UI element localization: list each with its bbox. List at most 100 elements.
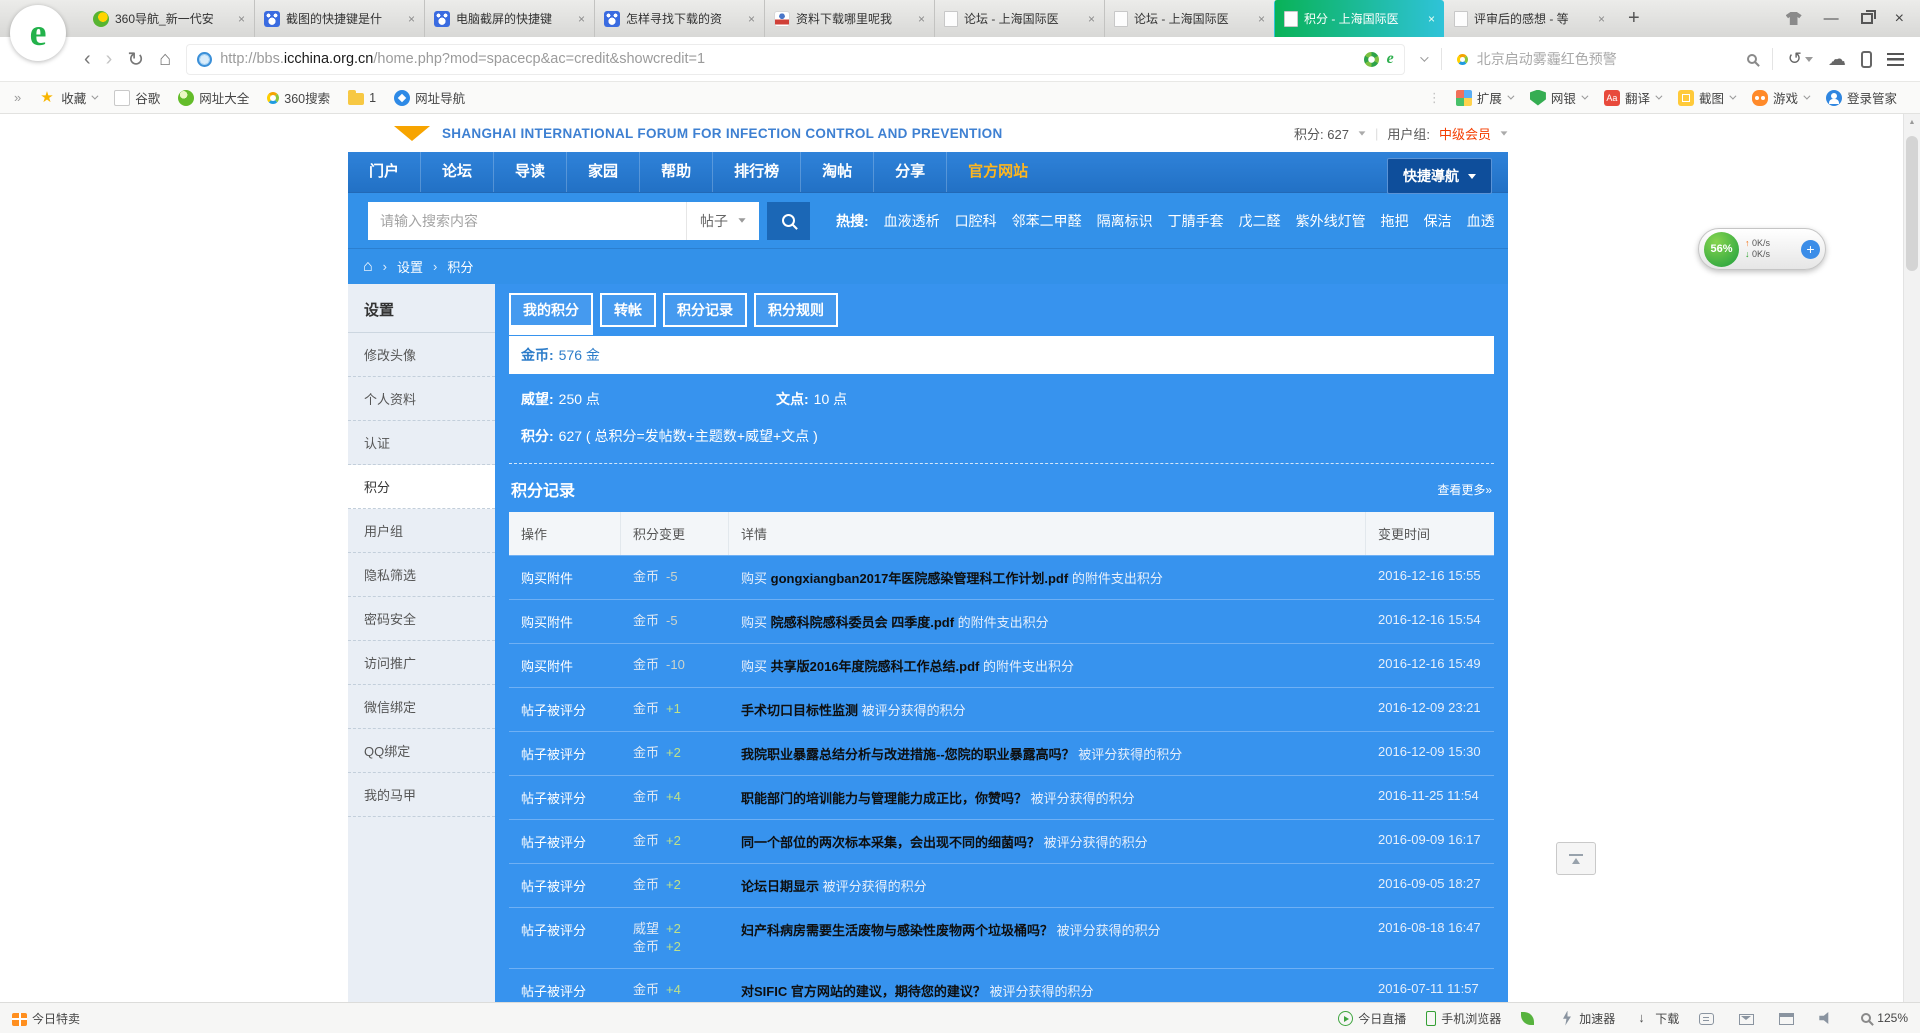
toolbar-tool[interactable]: 翻译 [1595, 88, 1669, 107]
user-group-value[interactable]: 中级会员 [1439, 124, 1491, 143]
status-item[interactable]: 加速器 [1559, 1010, 1615, 1027]
hot-search-link[interactable]: 血透 [1467, 211, 1495, 231]
browser-logo-icon[interactable]: e [10, 5, 66, 61]
nav-item[interactable]: 官方网站 [946, 152, 1049, 192]
quick-nav-button[interactable]: 快捷導航 [1387, 158, 1492, 194]
scroll-up-icon[interactable]: ▲ [1904, 114, 1920, 126]
tab-close-icon[interactable]: × [1598, 12, 1605, 26]
screenshot-aperture-icon[interactable] [1364, 52, 1379, 67]
close-window-button[interactable]: × [1895, 10, 1904, 28]
hot-search-link[interactable]: 隔离标识 [1097, 211, 1153, 231]
tab-close-icon[interactable]: × [408, 12, 415, 26]
bookmark-item[interactable]: 收藏 [31, 88, 105, 107]
view-more-link[interactable]: 查看更多» [1437, 481, 1492, 498]
status-item[interactable] [1699, 1010, 1719, 1027]
page-scrollbar[interactable]: ▲ [1903, 114, 1920, 1002]
cloud-sync-icon[interactable]: ☁ [1828, 49, 1846, 70]
tab-close-icon[interactable]: × [578, 12, 585, 26]
minimize-button[interactable]: — [1824, 14, 1839, 24]
nav-item[interactable]: 门户 [348, 152, 420, 192]
hot-search-link[interactable]: 口腔科 [955, 211, 997, 231]
sidebar-item[interactable]: 认证 [348, 421, 495, 465]
url-dropdown-icon[interactable] [1420, 53, 1428, 61]
scroll-to-top-button[interactable] [1556, 842, 1596, 875]
hot-search-link[interactable]: 邻苯二甲醛 [1012, 211, 1082, 231]
breadcrumb-item[interactable]: 积分 [447, 257, 473, 276]
bookmark-item[interactable]: 1 [339, 88, 385, 107]
bookmark-item[interactable]: 360搜索 [258, 88, 339, 107]
tab-close-icon[interactable]: × [1258, 12, 1265, 26]
browser-tab[interactable]: 资料下载哪里呢我 × [764, 0, 934, 37]
breadcrumb-item[interactable]: 设置 [397, 257, 423, 276]
hot-search-link[interactable]: 保洁 [1424, 211, 1452, 231]
chevron-down-icon[interactable] [1501, 131, 1508, 135]
bookmark-item[interactable]: 网址导航 [385, 88, 474, 107]
browser-tab[interactable]: 论坛 - 上海国际医 × [934, 0, 1104, 37]
toolbar-tool[interactable]: 扩展 [1447, 88, 1521, 107]
browser-tab[interactable]: 论坛 - 上海国际医 × [1104, 0, 1274, 37]
forum-search-input[interactable] [368, 202, 686, 240]
thread-link[interactable]: 妇产科病房需要生活废物与感染性废物两个垃圾桶吗？ [741, 923, 1053, 938]
tab-close-icon[interactable]: × [1428, 12, 1435, 26]
credit-tab[interactable]: 积分规则 [754, 293, 838, 327]
user-credit[interactable]: 积分: 627 [1294, 124, 1349, 143]
search-magnifier-icon[interactable] [1747, 54, 1757, 64]
nav-item[interactable]: 帮助 [639, 152, 712, 192]
history-icon[interactable]: ↺ [1788, 49, 1813, 69]
credit-tab[interactable]: 积分记录 [663, 293, 747, 327]
thread-link[interactable]: 论坛日期显示 [741, 879, 819, 894]
toolbar-tool[interactable]: 登录管家 [1817, 88, 1906, 107]
sidebar-item[interactable]: 访问推广 [348, 641, 495, 685]
sidebar-item[interactable]: 我的马甲 [348, 773, 495, 817]
search-type-select[interactable]: 帖子 [686, 202, 759, 240]
back-icon[interactable]: ‹ [84, 48, 91, 71]
browser-tab[interactable]: 360导航_新一代安 × [84, 0, 254, 37]
toolbar-tool[interactable]: 截图 [1669, 88, 1743, 107]
restore-button[interactable] [1861, 13, 1873, 24]
bookmark-item[interactable]: 谷歌 [105, 88, 169, 107]
chevron-down-icon[interactable] [1359, 131, 1366, 135]
skin-icon[interactable] [1786, 12, 1802, 25]
status-item[interactable]: 今日直播 [1338, 1010, 1406, 1027]
tab-close-icon[interactable]: × [1088, 12, 1095, 26]
thread-link[interactable]: 共享版2016年度院感科工作总结.pdf [771, 659, 980, 674]
credit-tab[interactable]: 我的积分 [509, 293, 593, 327]
browser-tab[interactable]: 评审后的感想 - 等 × [1444, 0, 1614, 37]
daily-deals-item[interactable]: 今日特卖 [12, 1010, 80, 1027]
thread-link[interactable]: 同一个部位的两次标本采集，会出现不同的细菌吗？ [741, 835, 1040, 850]
hot-search-link[interactable]: 血液透析 [884, 211, 940, 231]
scrollbar-thumb[interactable] [1906, 136, 1918, 271]
thread-link[interactable]: 院感科院感科委员会 四季度.pdf [771, 615, 954, 630]
browser-search-box[interactable]: 北京启动雾霾红色预警 [1457, 49, 1757, 69]
speed-widget[interactable]: 56% ↑ 0K/s ↓ 0K/s + [1698, 228, 1826, 270]
sidebar-item[interactable]: 积分 [348, 465, 495, 509]
memory-ball[interactable]: 56% [1704, 232, 1739, 267]
e-extension-icon[interactable]: e [1387, 50, 1394, 68]
nav-item[interactable]: 排行榜 [712, 152, 800, 192]
tab-close-icon[interactable]: × [238, 12, 245, 26]
toolbar-tool[interactable]: 游戏 [1743, 88, 1817, 107]
tab-close-icon[interactable]: × [748, 12, 755, 26]
home-icon[interactable]: ⌂ [159, 48, 171, 71]
sidebar-item[interactable]: QQ绑定 [348, 729, 495, 773]
browser-tab[interactable]: 截图的快捷键是什 × [254, 0, 424, 37]
browser-tab[interactable]: 怎样寻找下载的资 × [594, 0, 764, 37]
browser-tab[interactable]: 积分 - 上海国际医 × [1274, 0, 1444, 37]
mobile-icon[interactable] [1861, 51, 1872, 68]
thread-link[interactable]: 对SIFIC 官方网站的建议，期待您的建议？ [741, 984, 986, 999]
add-widget-button[interactable]: + [1801, 240, 1820, 259]
collapse-toolbar-icon[interactable]: » [14, 90, 21, 105]
sidebar-item[interactable]: 微信绑定 [348, 685, 495, 729]
nav-item[interactable]: 导读 [493, 152, 566, 192]
sidebar-item[interactable]: 隐私筛选 [348, 553, 495, 597]
sidebar-item[interactable]: 修改头像 [348, 333, 495, 377]
new-tab-button[interactable]: + [1614, 7, 1654, 30]
sidebar-item[interactable]: 密码安全 [348, 597, 495, 641]
search-button[interactable] [767, 202, 810, 240]
thread-link[interactable]: gongxiangban2017年医院感染管理科工作计划.pdf [771, 571, 1069, 586]
status-item[interactable] [1739, 1010, 1759, 1027]
thread-link[interactable]: 我院职业暴露总结分析与改进措施--您院的职业暴露高吗？ [741, 747, 1075, 762]
thread-link[interactable]: 职能部门的培训能力与管理能力成正比，你赞吗？ [741, 791, 1027, 806]
forward-icon[interactable]: › [106, 48, 113, 71]
tab-close-icon[interactable]: × [918, 12, 925, 26]
